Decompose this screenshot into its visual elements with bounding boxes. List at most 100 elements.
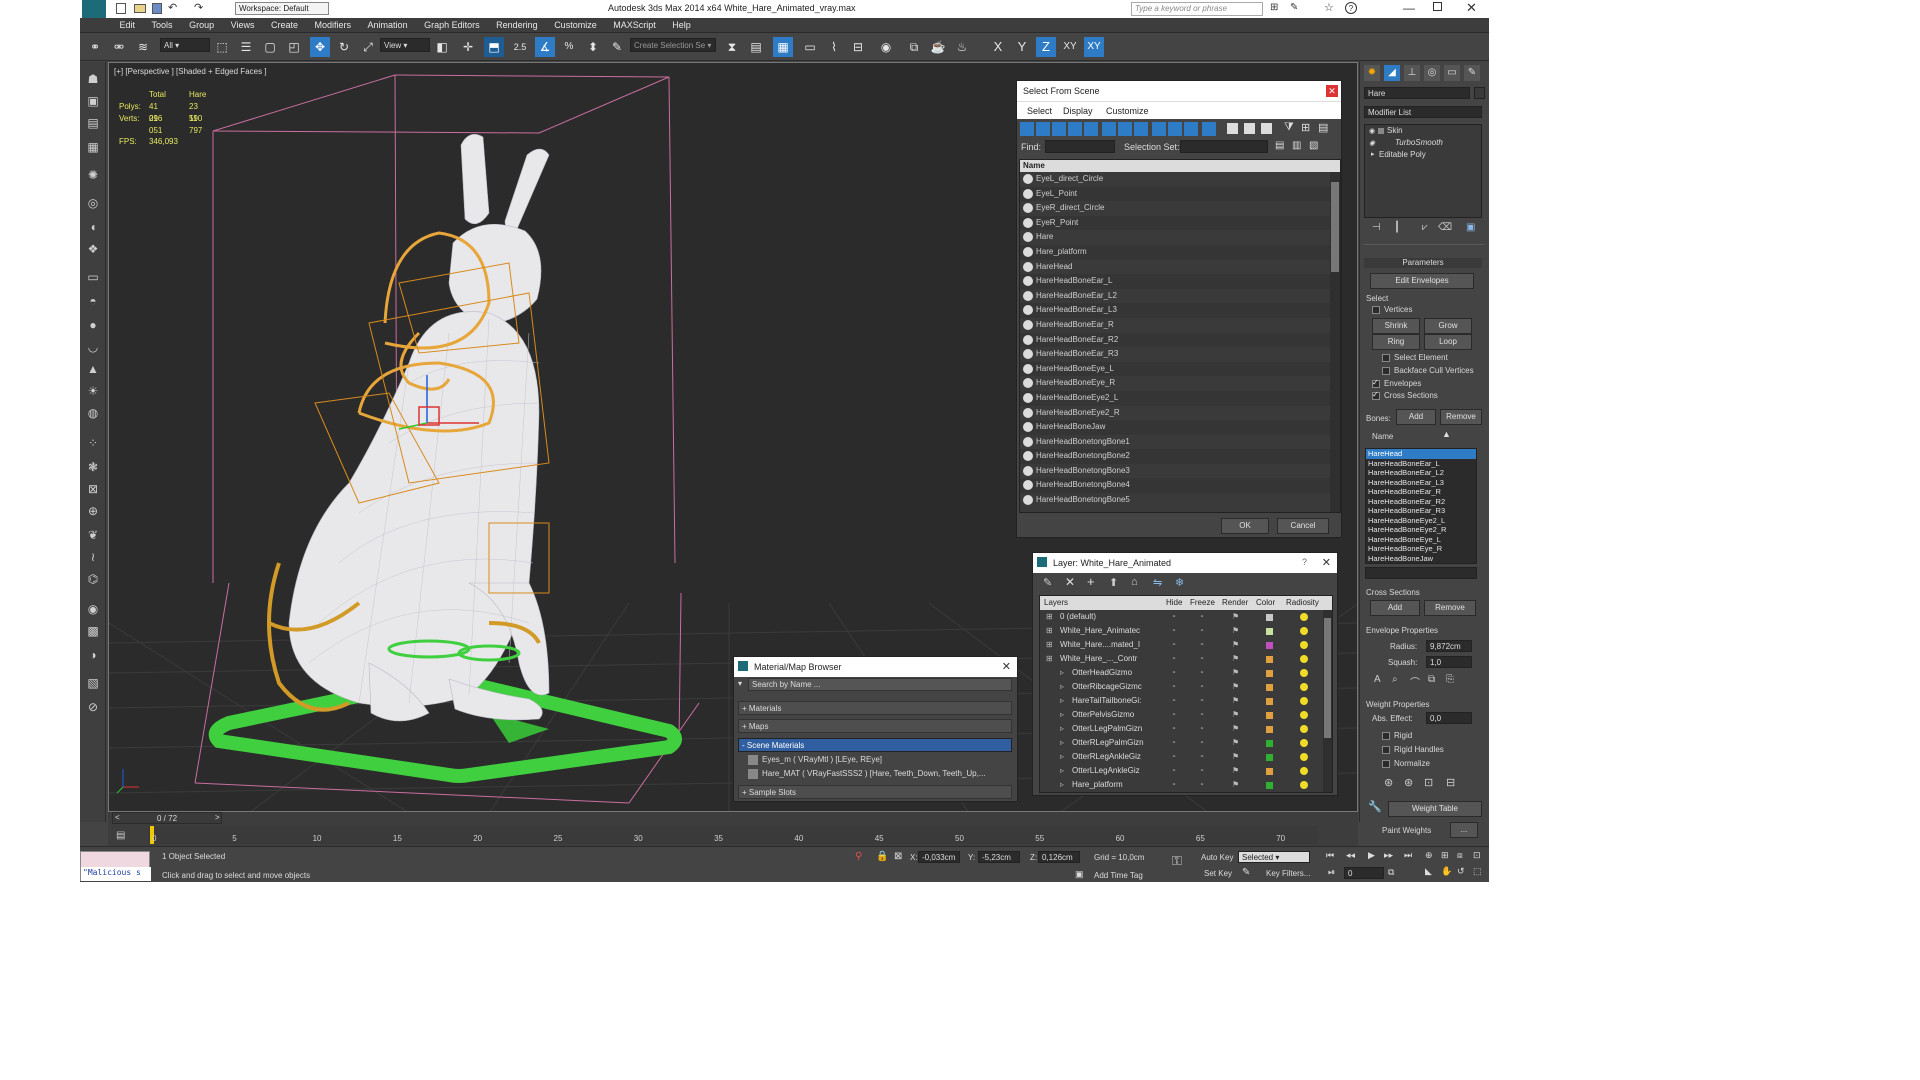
isolate-icon[interactable]: ⚲: [855, 851, 862, 862]
radiosity-bulb-icon[interactable]: [1300, 669, 1308, 677]
tool-sun-icon[interactable]: ☀: [84, 382, 102, 400]
menu-help[interactable]: Help: [665, 18, 698, 30]
edit-named-sets-icon[interactable]: ✎: [607, 37, 627, 57]
table-row[interactable]: ⊞ White_Hare....mated_I ⁃ ⁃ ⚑: [1046, 638, 1326, 652]
configure-sets-icon[interactable]: ▣: [1466, 222, 1475, 233]
mtl-group-scene-materials[interactable]: - Scene Materials: [738, 738, 1012, 752]
radius-spinner[interactable]: 9,872cm: [1426, 640, 1472, 652]
bone-list-item[interactable]: HareHeadBoneEye_L: [1366, 535, 1476, 545]
rigid-handles-checkbox[interactable]: [1382, 746, 1390, 754]
layer-color-swatch[interactable]: [1266, 768, 1273, 775]
go-start-icon[interactable]: ⏮: [1326, 850, 1334, 861]
time-next-icon[interactable]: >: [215, 813, 220, 822]
key-mode-toggle-icon[interactable]: ⏯: [1328, 867, 1335, 878]
tool-list-icon[interactable]: ▤: [84, 114, 102, 132]
select-move-icon[interactable]: ✥: [310, 37, 330, 57]
render-toggle[interactable]: ⚑: [1232, 780, 1239, 789]
layer-help-button[interactable]: ?: [1302, 557, 1307, 567]
menu-tools[interactable]: Tools: [145, 18, 180, 30]
bone-list-item[interactable]: HareHeadBoneEar_L3: [1366, 478, 1476, 488]
hide-toggle[interactable]: ⁃: [1172, 738, 1176, 747]
hide-toggle[interactable]: ⁃: [1172, 626, 1176, 635]
weight-table-button[interactable]: Weight Table: [1388, 801, 1482, 817]
remove-modifier-icon[interactable]: ⌫: [1438, 222, 1452, 233]
tool-grid-icon[interactable]: ▦: [84, 138, 102, 156]
snap-toggle-icon[interactable]: 2.5: [510, 37, 530, 57]
tool-light-icon[interactable]: ✺: [84, 166, 102, 184]
layer-color-swatch[interactable]: [1266, 712, 1273, 719]
sfs-select-invert-icon[interactable]: [1261, 123, 1272, 134]
hide-toggle[interactable]: ⁃: [1172, 780, 1176, 789]
layer-color-swatch[interactable]: [1266, 740, 1273, 747]
pin-stack-icon[interactable]: ⊣: [1372, 222, 1381, 233]
list-item[interactable]: HareHeadBoneEar_R: [1020, 318, 1340, 333]
undo-icon[interactable]: ↶: [168, 1, 177, 14]
render-toggle[interactable]: ⚑: [1232, 682, 1239, 691]
absolute-icon[interactable]: A: [1374, 674, 1381, 685]
layer-hide-all-icon[interactable]: ⇋: [1153, 576, 1162, 589]
sfs-filter-shapes-icon[interactable]: [1036, 122, 1050, 136]
bone-list-item[interactable]: HareHeadBoneEar_L2: [1366, 468, 1476, 478]
render-toggle[interactable]: ⚑: [1232, 752, 1239, 761]
menu-maxscript[interactable]: MAXScript: [606, 18, 663, 30]
layer-col-render[interactable]: Render: [1222, 598, 1248, 607]
layer-color-swatch[interactable]: [1266, 642, 1273, 649]
layer-color-swatch[interactable]: [1266, 754, 1273, 761]
spinner-snap-icon[interactable]: ⬍: [583, 37, 603, 57]
bone-list-item[interactable]: HareHeadBoneJaw: [1366, 554, 1476, 564]
keyboard-shortcut-icon[interactable]: ⬒: [484, 37, 504, 57]
bones-name-header[interactable]: Name: [1372, 432, 1393, 441]
tool-layers-icon[interactable]: ▧: [84, 674, 102, 692]
object-node-icon[interactable]: ▹: [1060, 668, 1064, 677]
normalize-checkbox[interactable]: [1382, 760, 1390, 768]
cross-sections-checkbox[interactable]: [1372, 390, 1380, 400]
object-name-field[interactable]: Hare: [1364, 87, 1470, 99]
mtl-search-input[interactable]: Search by Name ...: [748, 678, 1012, 691]
pivot-center-icon[interactable]: ◧: [432, 37, 452, 57]
window-crossing-icon[interactable]: ◰: [284, 37, 304, 57]
bone-list-item[interactable]: HareHeadBoneEar_L: [1366, 459, 1476, 469]
light-bulb-icon[interactable]: ◉: [1369, 127, 1375, 135]
layer-color-swatch[interactable]: [1266, 614, 1273, 621]
tool-teapot-icon[interactable]: ☗: [84, 70, 102, 88]
layer-color-swatch[interactable]: [1266, 726, 1273, 733]
maxscript-listener[interactable]: "Malicious s: [80, 851, 151, 881]
motion-tab-icon[interactable]: ◎: [1424, 65, 1440, 81]
sfs-menu-customize[interactable]: Customize: [1106, 106, 1149, 116]
list-item[interactable]: HareHeadBoneEar_R3: [1020, 347, 1340, 362]
layer-col-color[interactable]: Color: [1256, 598, 1275, 607]
workspace-dropdown[interactable]: Workspace: Default: [235, 2, 329, 15]
sfs-select-all-icon[interactable]: [1227, 123, 1238, 134]
utilities-tab-icon[interactable]: ✎: [1464, 65, 1480, 81]
freeze-toggle[interactable]: ⁃: [1200, 682, 1204, 691]
list-item[interactable]: HareHeadBoneEye2_R: [1020, 406, 1340, 421]
object-node-icon[interactable]: ▹: [1060, 738, 1064, 747]
layer-scrollbar[interactable]: [1323, 610, 1332, 792]
close-window-icon[interactable]: ✕: [1466, 0, 1477, 16]
percent-snap-icon[interactable]: %: [559, 37, 579, 57]
hide-toggle[interactable]: ⁃: [1172, 668, 1176, 677]
menu-views[interactable]: Views: [224, 18, 262, 30]
bone-list-item[interactable]: HareHead: [1366, 449, 1476, 459]
angle-snap-icon[interactable]: ∡: [535, 37, 555, 57]
freeze-toggle[interactable]: ⁃: [1200, 654, 1204, 663]
hide-toggle[interactable]: ⁃: [1172, 612, 1176, 621]
object-node-icon[interactable]: ▹: [1060, 752, 1064, 761]
auto-key-button[interactable]: Auto Key: [1201, 853, 1233, 862]
table-row[interactable]: ▹ Hare_platform ⁃ ⁃ ⚑: [1046, 778, 1326, 792]
show-end-result-icon[interactable]: ┃: [1394, 222, 1400, 233]
select-by-name-icon[interactable]: ☰: [236, 37, 256, 57]
layer-color-swatch[interactable]: [1266, 684, 1273, 691]
vertices-checkbox[interactable]: [1372, 306, 1380, 314]
lock-selection-icon[interactable]: 🔒: [876, 851, 888, 862]
layer-expand-icon[interactable]: ⊞: [1046, 640, 1053, 649]
tool-bowl-icon[interactable]: ◡: [84, 338, 102, 356]
hide-toggle[interactable]: ⁃: [1172, 752, 1176, 761]
table-row[interactable]: ▹ OtterRibcageGizmc ⁃ ⁃ ⚑: [1046, 680, 1326, 694]
render-toggle[interactable]: ⚑: [1232, 738, 1239, 747]
backface-checkbox[interactable]: [1382, 367, 1390, 375]
add-time-tag[interactable]: Add Time Tag: [1094, 871, 1143, 880]
select-object-icon[interactable]: ⬚: [212, 37, 232, 57]
tool-helper-icon[interactable]: ⊠: [84, 480, 102, 498]
tool-earth-icon[interactable]: ◑: [84, 646, 102, 664]
